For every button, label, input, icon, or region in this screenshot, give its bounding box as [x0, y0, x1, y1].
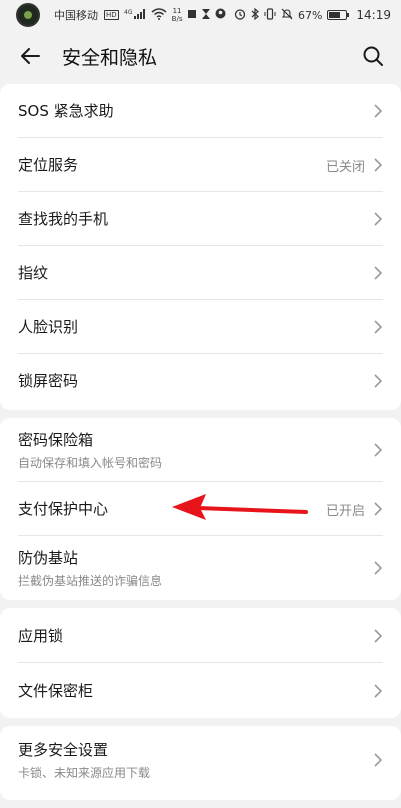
battery-percent: 67%	[297, 8, 323, 22]
row-title: 文件保密柜	[18, 682, 94, 700]
fake-base-station-row[interactable]: 防伪基站 拦截伪基站推送的诈骗信息	[0, 536, 401, 600]
status-bar: 中国移动 HD 4G 11 B/s 67% 14:19	[0, 0, 401, 30]
location-service-row[interactable]: 定位服务 已关闭	[0, 138, 401, 192]
signal-icon: 4G	[124, 8, 146, 23]
network-speed: 11 B/s	[171, 7, 183, 23]
row-title: 支付保护中心	[18, 500, 109, 518]
status-icons-left: HD 4G 11 B/s	[104, 7, 226, 23]
row-status: 已开启	[325, 504, 365, 519]
row-subtitle: 卡锁、未知来源应用下载	[18, 766, 151, 780]
alarm-icon	[234, 8, 246, 23]
chevron-right-icon	[374, 684, 383, 698]
settings-group-more: 更多安全设置 卡锁、未知来源应用下载	[0, 726, 401, 800]
clock-time: 14:19	[356, 8, 391, 22]
password-vault-row[interactable]: 密码保险箱 自动保存和填入帐号和密码	[0, 418, 401, 482]
chevron-right-icon	[374, 443, 383, 457]
wifi-icon	[151, 7, 167, 23]
more-security-settings-row[interactable]: 更多安全设置 卡锁、未知来源应用下载	[0, 726, 401, 790]
header-bar: 安全和隐私	[0, 30, 401, 84]
find-my-phone-row[interactable]: 查找我的手机	[0, 192, 401, 246]
row-title: 密码保险箱	[18, 431, 94, 449]
row-title: 定位服务	[18, 156, 79, 174]
lock-screen-password-row[interactable]: 锁屏密码	[0, 354, 401, 410]
row-title: SOS 紧急求助	[18, 102, 114, 120]
row-title: 防伪基站	[18, 549, 79, 567]
battery-icon	[327, 10, 350, 20]
face-recognition-row[interactable]: 人脸识别	[0, 300, 401, 354]
row-title: 人脸识别	[18, 318, 79, 336]
chevron-right-icon	[374, 266, 383, 280]
chevron-right-icon	[374, 374, 383, 388]
location-circle-icon	[215, 8, 226, 22]
settings-group-locks: 应用锁 文件保密柜	[0, 608, 401, 718]
chevron-right-icon	[374, 753, 383, 767]
settings-group-basic: SOS 紧急求助 定位服务 已关闭 查找我的手机 指纹 人脸识别 锁屏密码	[0, 84, 401, 410]
app-lock-row[interactable]: 应用锁	[0, 608, 401, 663]
sos-emergency-row[interactable]: SOS 紧急求助	[0, 84, 401, 138]
chevron-right-icon	[374, 320, 383, 334]
chevron-right-icon	[374, 104, 383, 118]
mute-bell-icon	[281, 8, 293, 23]
back-arrow-icon[interactable]	[18, 44, 42, 68]
stop-icon	[187, 9, 197, 22]
status-icons-right: 67% 14:19	[234, 7, 391, 23]
app-notification-icon	[16, 3, 40, 27]
row-subtitle: 拦截伪基站推送的诈骗信息	[18, 574, 163, 588]
row-title: 锁屏密码	[18, 372, 79, 390]
file-safe-row[interactable]: 文件保密柜	[0, 663, 401, 718]
svg-text:4G: 4G	[124, 9, 133, 16]
row-title: 指纹	[18, 264, 49, 282]
chevron-right-icon	[374, 212, 383, 226]
fingerprint-row[interactable]: 指纹	[0, 246, 401, 300]
vibrate-icon	[264, 7, 276, 23]
search-icon[interactable]	[361, 44, 385, 68]
hd-icon: HD	[104, 10, 119, 20]
chevron-right-icon	[374, 158, 383, 172]
chevron-right-icon	[374, 629, 383, 643]
carrier-name: 中国移动	[54, 9, 98, 22]
red-annotation-arrow-icon	[172, 494, 308, 520]
page-title: 安全和隐私	[62, 47, 158, 69]
bluetooth-icon	[251, 7, 259, 23]
hourglass-icon	[202, 8, 211, 22]
chevron-right-icon	[374, 502, 383, 516]
row-subtitle: 自动保存和填入帐号和密码	[18, 456, 163, 470]
row-status: 已关闭	[325, 160, 365, 175]
chevron-right-icon	[374, 561, 383, 575]
row-title: 更多安全设置	[18, 741, 109, 759]
row-title: 查找我的手机	[18, 210, 109, 228]
row-title: 应用锁	[18, 627, 64, 645]
